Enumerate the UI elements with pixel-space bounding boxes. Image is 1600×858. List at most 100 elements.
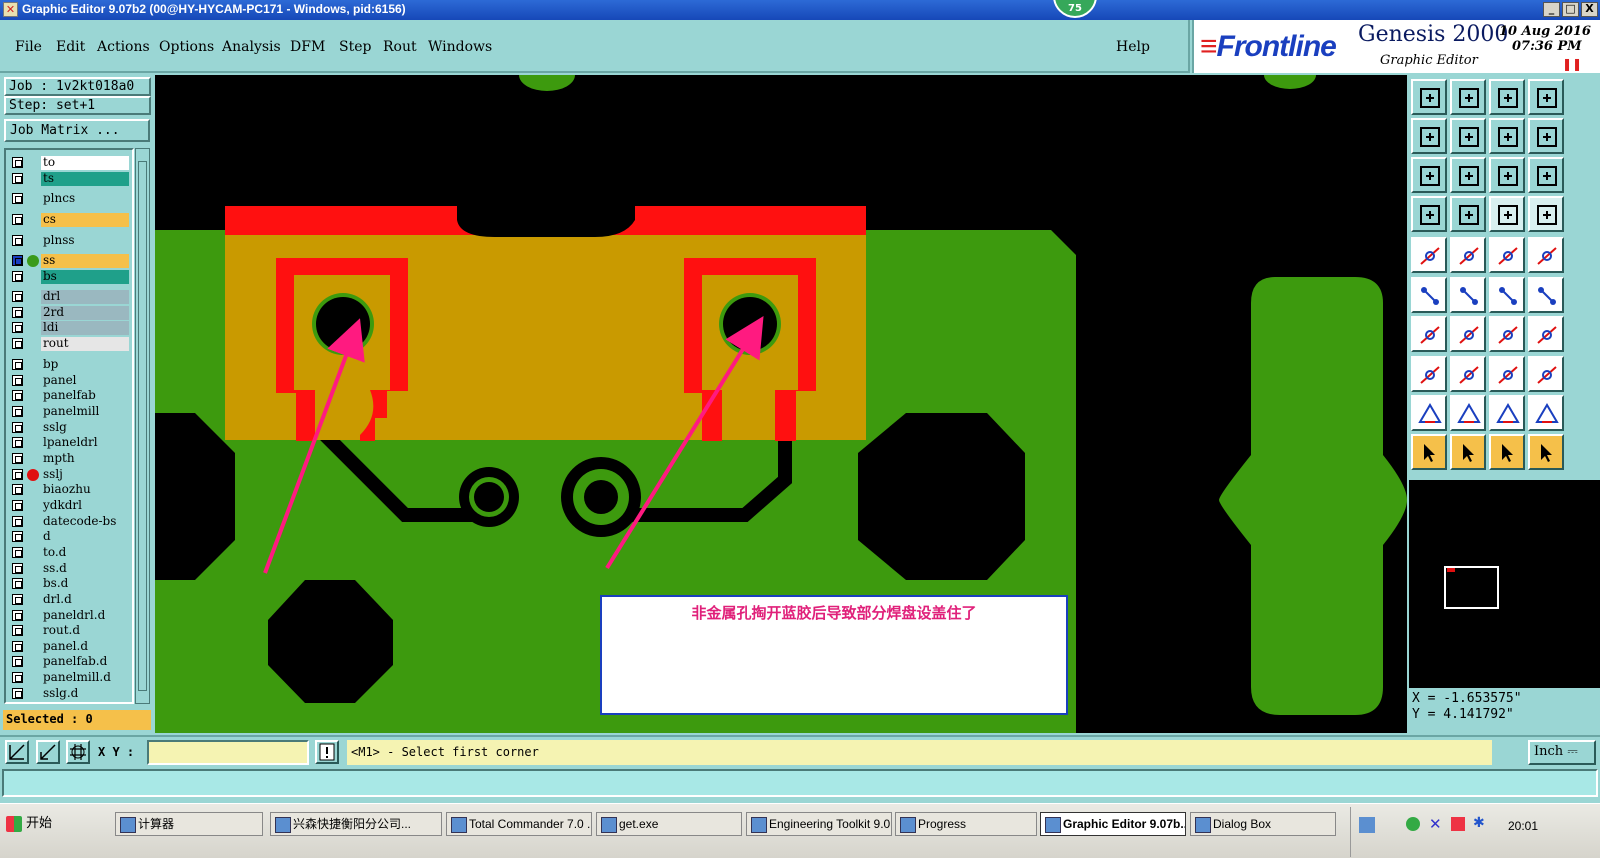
- layer-checkbox[interactable]: [12, 291, 23, 302]
- tool-line-button[interactable]: [1450, 356, 1486, 392]
- tool-ruler-button[interactable]: [1489, 237, 1525, 273]
- layer-checkbox[interactable]: [12, 359, 23, 370]
- layer-checkbox[interactable]: [12, 307, 23, 318]
- layer-checkbox[interactable]: [12, 271, 23, 282]
- layer-row-plnss[interactable]: plnss: [8, 234, 132, 248]
- layer-checkbox[interactable]: [12, 688, 23, 699]
- menu-edit[interactable]: Edit: [56, 39, 85, 55]
- layer-checkbox[interactable]: [12, 656, 23, 667]
- layer-checkbox[interactable]: [12, 322, 23, 333]
- menu-file[interactable]: File: [15, 39, 42, 55]
- job-matrix-button[interactable]: Job Matrix ...: [4, 119, 150, 142]
- layer-checkbox[interactable]: [12, 484, 23, 495]
- menu-windows[interactable]: Windows: [428, 39, 492, 55]
- layer-row-panelfab-d[interactable]: panelfab.d: [8, 655, 132, 669]
- layer-row-bs-d[interactable]: bs.d: [8, 577, 132, 591]
- grid-snap-icon[interactable]: [66, 740, 90, 764]
- tool-triangle-up-button[interactable]: [1450, 395, 1486, 431]
- tool-route-alt-button[interactable]: [1528, 196, 1564, 232]
- tray-icon[interactable]: [1451, 817, 1465, 831]
- layer-checkbox[interactable]: [12, 563, 23, 574]
- layer-row-rout-d[interactable]: rout.d: [8, 624, 132, 638]
- tool-pointer-step-button[interactable]: [1528, 434, 1564, 470]
- layer-checkbox[interactable]: [12, 453, 23, 464]
- layer-row-ss[interactable]: ss: [8, 254, 132, 268]
- tool-slope-button[interactable]: [1450, 316, 1486, 352]
- tool-shape-button[interactable]: [1450, 237, 1486, 273]
- layer-row-sslj[interactable]: sslj: [8, 468, 132, 482]
- taskbar-button[interactable]: Total Commander 7.0 ...: [446, 812, 592, 836]
- tool-grid-button[interactable]: [1450, 196, 1486, 232]
- minimize-button[interactable]: _: [1543, 2, 1560, 17]
- layer-row-ss-d[interactable]: ss.d: [8, 562, 132, 576]
- menu-analysis[interactable]: Analysis: [222, 39, 281, 55]
- layer-checkbox[interactable]: [12, 594, 23, 605]
- layer-row-to[interactable]: to: [8, 156, 132, 170]
- layer-row-ts[interactable]: ts: [8, 172, 132, 186]
- taskbar-button[interactable]: Dialog Box: [1190, 812, 1336, 836]
- tool-connect-button[interactable]: [1411, 277, 1447, 313]
- layer-row-drl-d[interactable]: drl.d: [8, 593, 132, 607]
- layer-row-ydkdrl[interactable]: ydkdrl: [8, 499, 132, 513]
- measure-icon[interactable]: [36, 740, 60, 764]
- layer-row-biaozhu[interactable]: biaozhu: [8, 483, 132, 497]
- tool-home-button[interactable]: [1411, 79, 1447, 115]
- layer-row-to-d[interactable]: to.d: [8, 546, 132, 560]
- tool-fingerprint-button[interactable]: [1411, 196, 1447, 232]
- alert-icon[interactable]: [315, 740, 339, 764]
- layer-row-sslg-d[interactable]: sslg.d: [8, 687, 132, 701]
- menu-options[interactable]: Options: [159, 39, 214, 55]
- taskbar-button[interactable]: 兴森快捷衡阳分公司...: [270, 812, 442, 836]
- tool-pan-left-button[interactable]: [1411, 118, 1447, 154]
- layer-checkbox[interactable]: [12, 173, 23, 184]
- menu-step[interactable]: Step: [339, 39, 371, 55]
- tool-copy-button[interactable]: [1528, 356, 1564, 392]
- tool-frame-button[interactable]: [1528, 316, 1564, 352]
- tool-line-add-button[interactable]: [1489, 277, 1525, 313]
- tool-zoom-center-button[interactable]: [1450, 157, 1486, 193]
- layer-row-ldi[interactable]: ldi: [8, 321, 132, 335]
- layer-checkbox[interactable]: [12, 157, 23, 168]
- layer-row-panelfab[interactable]: panelfab: [8, 389, 132, 403]
- tool-pointer-button[interactable]: [1411, 434, 1447, 470]
- tool-pointer-circle-button[interactable]: [1489, 434, 1525, 470]
- tool-pan-right-button[interactable]: [1450, 118, 1486, 154]
- layer-row-2rd[interactable]: 2rd: [8, 306, 132, 320]
- overview-map[interactable]: [1409, 480, 1600, 688]
- tool-layout-button[interactable]: [1528, 79, 1564, 115]
- layer-checkbox[interactable]: [12, 214, 23, 225]
- layer-row-cs[interactable]: cs: [8, 213, 132, 227]
- layer-checkbox[interactable]: [12, 469, 23, 480]
- layer-row-plncs[interactable]: plncs: [8, 192, 132, 206]
- layer-row-paneldrl-d[interactable]: paneldrl.d: [8, 609, 132, 623]
- bluetooth-icon[interactable]: ✱: [1473, 815, 1485, 831]
- tool-arc-button[interactable]: [1489, 316, 1525, 352]
- tool-line-select-button[interactable]: [1528, 277, 1564, 313]
- tool-scale-1-2-button[interactable]: [1489, 157, 1525, 193]
- layer-checkbox[interactable]: [12, 516, 23, 527]
- tool-zoom-fit-button[interactable]: [1411, 157, 1447, 193]
- layer-row-panelmill[interactable]: panelmill: [8, 405, 132, 419]
- tool-mirror-button[interactable]: [1489, 118, 1525, 154]
- taskbar-button[interactable]: Progress: [895, 812, 1037, 836]
- xy-input[interactable]: [147, 740, 309, 765]
- tool-help-button[interactable]: [1528, 157, 1564, 193]
- layer-checkbox[interactable]: [12, 578, 23, 589]
- layer-checkbox[interactable]: [12, 625, 23, 636]
- tool-triangle-a-button[interactable]: [1489, 395, 1525, 431]
- layer-row-datecode-bs[interactable]: datecode-bs: [8, 515, 132, 529]
- layer-checkbox[interactable]: [12, 641, 23, 652]
- taskbar-button[interactable]: Graphic Editor 9.07b...: [1040, 812, 1186, 836]
- layer-checkbox[interactable]: [12, 610, 23, 621]
- layer-scrollbar[interactable]: [135, 148, 150, 704]
- taskbar-button[interactable]: get.exe: [596, 812, 742, 836]
- pause-icon[interactable]: ❚❚: [1562, 57, 1582, 71]
- close-button[interactable]: X: [1581, 2, 1598, 17]
- tool-triangle-wide-button[interactable]: [1528, 395, 1564, 431]
- layer-row-lpaneldrl[interactable]: lpaneldrl: [8, 436, 132, 450]
- layer-checkbox[interactable]: [12, 672, 23, 683]
- tool-route-button[interactable]: [1489, 196, 1525, 232]
- layer-checkbox[interactable]: [12, 375, 23, 386]
- menu-rout[interactable]: Rout: [383, 39, 417, 55]
- layer-checkbox[interactable]: [12, 531, 23, 542]
